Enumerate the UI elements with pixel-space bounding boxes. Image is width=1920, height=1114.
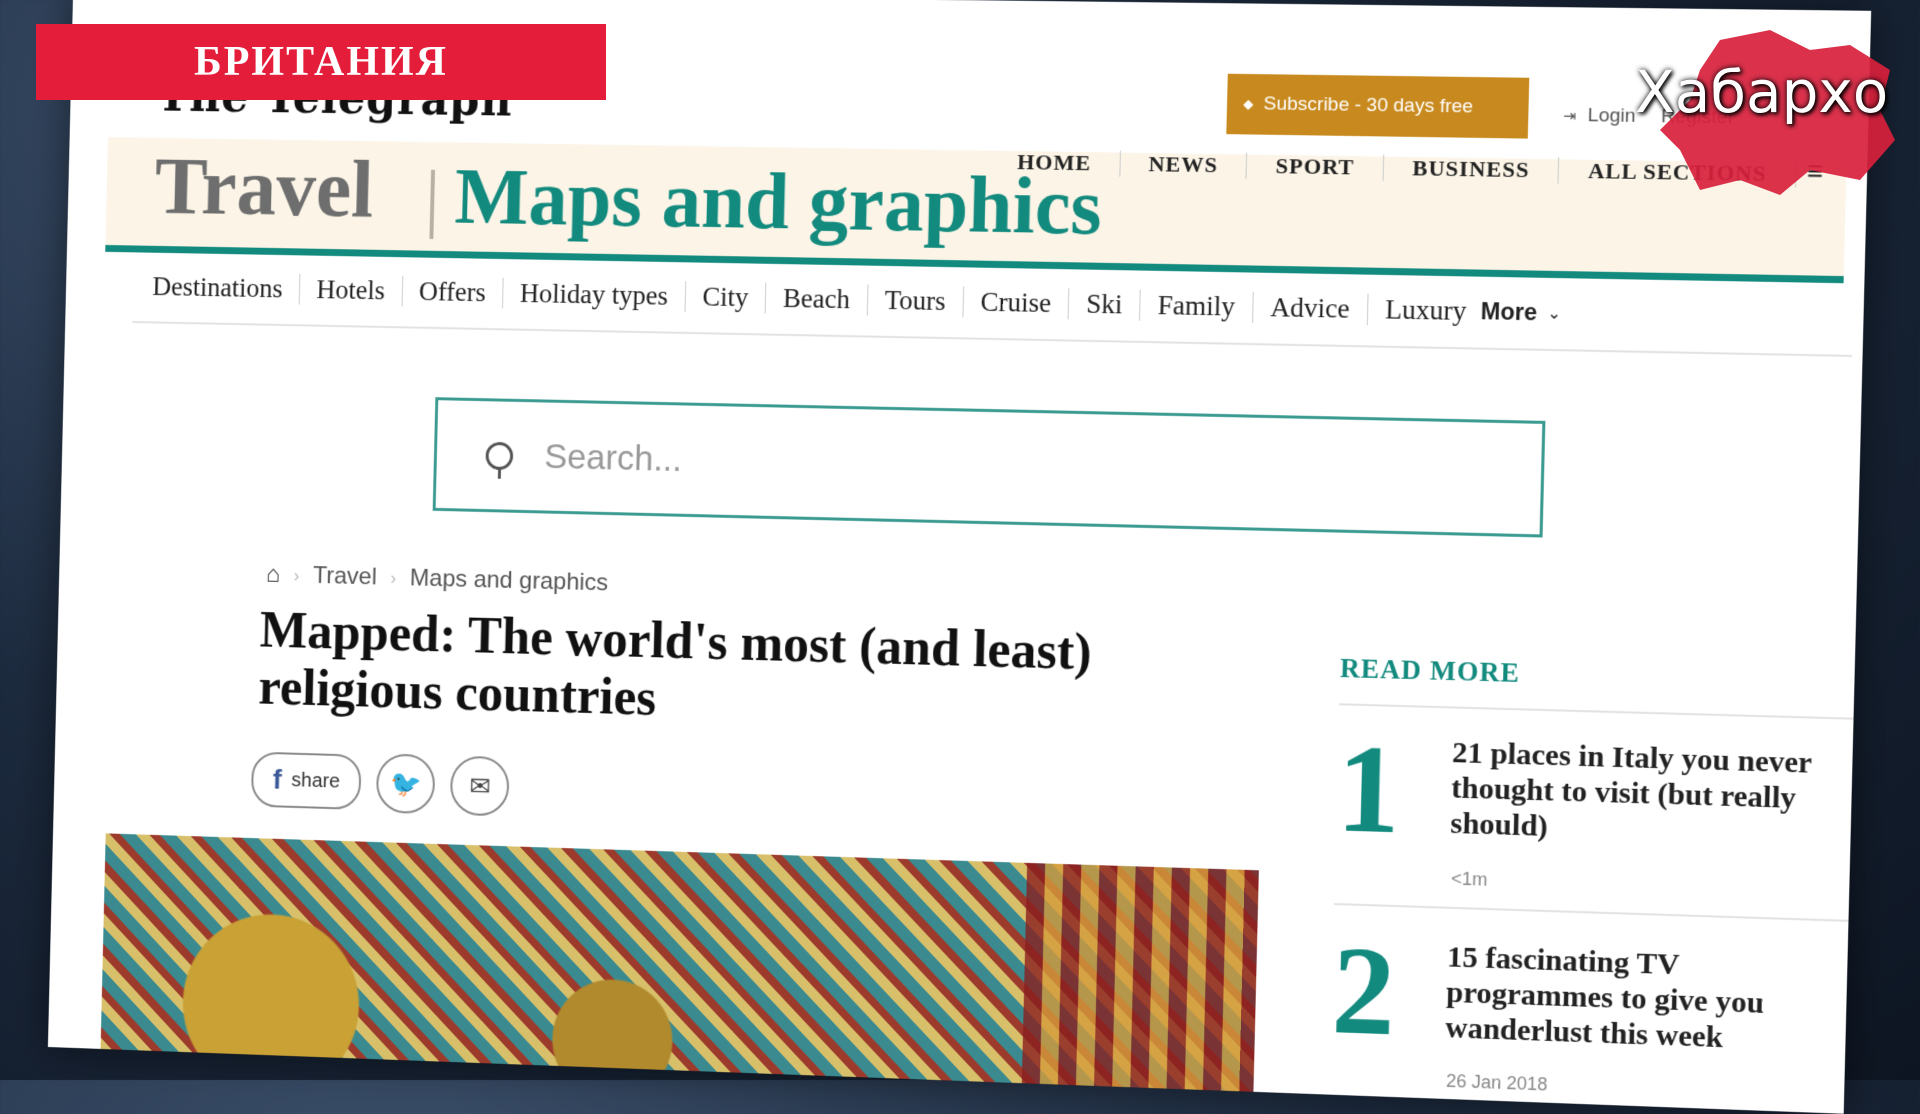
subnav-ski[interactable]: Ski [1069, 288, 1141, 320]
subnav-offers[interactable]: Offers [402, 276, 504, 309]
facebook-icon: f [272, 764, 282, 796]
home-icon[interactable]: ⌂ [266, 561, 281, 589]
read-more-title[interactable]: 15 fascinating TV programmes to give you… [1445, 939, 1839, 1059]
twitter-icon: 🐦 [390, 768, 422, 800]
read-more-item[interactable]: 2 15 fascinating TV programmes to give y… [73, 0, 1871, 11]
breadcrumb-travel[interactable]: Travel [313, 562, 377, 591]
diamond-icon: ◆ [1243, 96, 1254, 112]
envelope-icon: ✉ [469, 770, 491, 801]
read-more-item[interactable]: 1 21 places in Italy you never thought t… [73, 0, 1871, 11]
read-more-title[interactable]: 21 places in Italy you never thought to … [1450, 735, 1845, 853]
chevron-down-icon[interactable]: ⌄ [1547, 303, 1561, 324]
hero-image [100, 833, 1259, 1112]
subnav-family[interactable]: Family [1140, 290, 1253, 323]
divider [1339, 703, 1853, 719]
article-headline: Mapped: The world's most (and least) rel… [258, 602, 1209, 744]
subnav-cruise[interactable]: Cruise [963, 286, 1069, 319]
section-title[interactable]: Travel [154, 140, 375, 236]
nav-business[interactable]: BUSINESS [1384, 155, 1560, 184]
subnav-advice[interactable]: Advice [1253, 292, 1368, 325]
subnav-destinations[interactable]: Destinations [133, 271, 301, 305]
subnav-hotels[interactable]: Hotels [300, 274, 403, 306]
breadcrumb-separator-icon: › [293, 565, 299, 586]
login-link[interactable]: ⇥ Login [1563, 105, 1636, 128]
subnav-city[interactable]: City [685, 281, 766, 313]
subnav-more[interactable]: More [1466, 298, 1537, 327]
webpage: The Telegraph ◆ Subscribe - 30 days free… [48, 0, 1871, 1114]
breadcrumb-separator-icon: › [390, 568, 396, 589]
breadcrumb-maps[interactable]: Maps and graphics [410, 565, 609, 598]
share-bar: f share 🐦 ✉ [251, 750, 510, 817]
twitter-share-button[interactable]: 🐦 [376, 753, 436, 814]
read-more-time: <1m [1451, 868, 1488, 890]
nav-home[interactable]: HOME [989, 149, 1121, 177]
breadcrumb: ⌂ › Travel › Maps and graphics [266, 561, 609, 597]
read-more-heading: READ MORE [1340, 653, 1521, 689]
divider [1334, 903, 1848, 922]
nav-sport[interactable]: SPORT [1247, 153, 1384, 181]
read-more-number: 2 [1331, 928, 1397, 1055]
channel-logo: Хабархо [1635, 58, 1888, 126]
email-share-button[interactable]: ✉ [450, 755, 510, 816]
subscribe-label: Subscribe - 30 days free [1263, 93, 1473, 118]
subnav-luxury[interactable]: Luxury [1368, 294, 1467, 327]
share-label: share [291, 769, 340, 793]
read-more-number: 1 [1335, 726, 1401, 853]
search-placeholder: Search... [544, 437, 683, 480]
login-label: Login [1588, 105, 1636, 127]
read-more-time: 26 Jan 2018 [1446, 1071, 1548, 1096]
facebook-share-button[interactable]: f share [251, 751, 362, 810]
search-icon [485, 441, 513, 469]
subnav-beach[interactable]: Beach [766, 283, 868, 316]
nav-news[interactable]: NEWS [1120, 151, 1248, 179]
login-icon: ⇥ [1563, 108, 1576, 125]
travel-subnav: Destinations Hotels Offers Holiday types… [132, 271, 1853, 357]
subnav-holiday-types[interactable]: Holiday types [503, 278, 686, 312]
search-input[interactable]: Search... [433, 397, 1546, 537]
country-banner: БРИТАНИЯ [36, 24, 606, 100]
subnav-tours[interactable]: Tours [867, 285, 964, 318]
subscribe-button[interactable]: ◆ Subscribe - 30 days free [1226, 74, 1529, 139]
